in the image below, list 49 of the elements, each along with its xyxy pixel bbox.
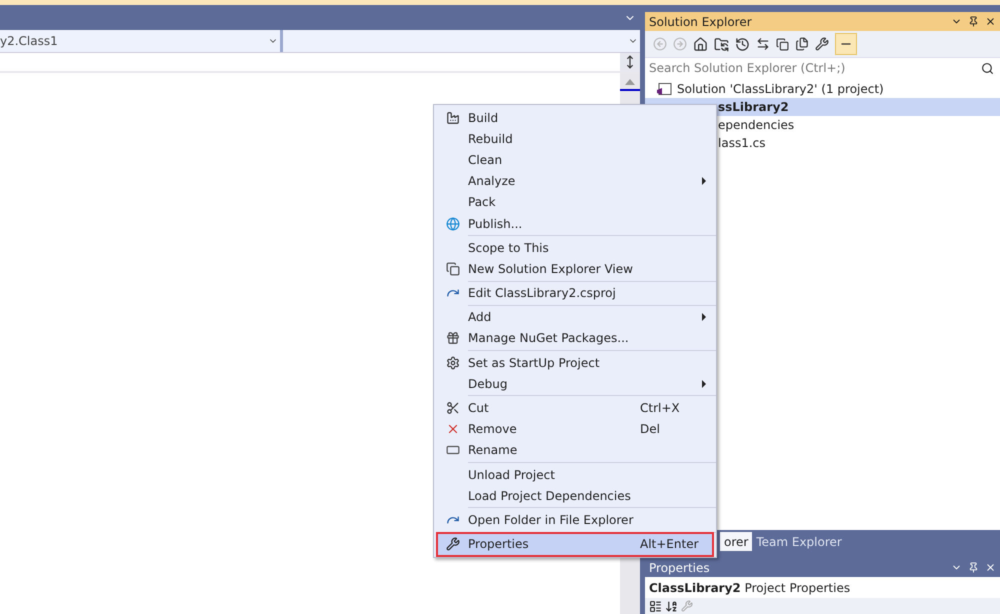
pin-icon[interactable] bbox=[968, 16, 979, 27]
menu-item[interactable]: Open Folder in File Explorer bbox=[438, 509, 712, 531]
gift-icon bbox=[446, 331, 460, 346]
menu-item[interactable]: Debug bbox=[438, 373, 712, 394]
windows-icon bbox=[446, 262, 460, 276]
menu-item[interactable]: Publish... bbox=[438, 212, 712, 234]
menu-item[interactable]: Add bbox=[438, 306, 712, 328]
search-field[interactable]: Search Solution Explorer (Ctrl+;) bbox=[645, 57, 1000, 78]
class-dropdown[interactable]: y2.Class1 bbox=[0, 30, 280, 52]
panel-title: Properties bbox=[649, 560, 710, 574]
menu-item[interactable]: Set as StartUp Project bbox=[438, 352, 712, 374]
menu-item[interactable]: Cut Ctrl+X bbox=[438, 397, 712, 419]
wrench-icon[interactable] bbox=[815, 37, 829, 51]
menu-item[interactable]: Edit ClassLibrary2.csproj bbox=[438, 282, 712, 304]
menu-item[interactable]: Analyze bbox=[438, 170, 712, 192]
menu-item[interactable]: Clean bbox=[438, 149, 712, 171]
folder-sync-icon[interactable] bbox=[714, 36, 729, 52]
tree-item[interactable]: Solution 'ClassLibrary2' (1 project) bbox=[645, 80, 1000, 98]
menu-item[interactable]: Scope to This bbox=[438, 237, 712, 258]
menu-item[interactable]: New Solution Explorer View bbox=[438, 258, 712, 280]
close-icon[interactable] bbox=[985, 562, 996, 573]
panel-title: Solution Explorer bbox=[649, 14, 752, 28]
pin-icon[interactable] bbox=[968, 562, 979, 573]
menu-item[interactable]: Properties Alt+Enter bbox=[438, 534, 712, 555]
splitter-button[interactable] bbox=[620, 53, 640, 71]
close-icon[interactable] bbox=[985, 16, 996, 27]
menu-item[interactable]: Remove Del bbox=[438, 418, 712, 440]
scissors-icon bbox=[446, 401, 460, 416]
history-icon[interactable] bbox=[735, 36, 750, 52]
factory-icon bbox=[446, 110, 460, 125]
gear-icon bbox=[446, 356, 460, 370]
home-icon[interactable] bbox=[693, 36, 708, 52]
object-selector[interactable]: ClassLibrary2 Project Properties bbox=[645, 577, 1000, 598]
collapse-icon[interactable] bbox=[776, 38, 789, 50]
menu-item[interactable]: Pack bbox=[438, 192, 712, 213]
categorized-icon[interactable] bbox=[649, 600, 662, 612]
sort-icon[interactable] bbox=[665, 600, 678, 612]
menu-item[interactable]: Unload Project bbox=[438, 464, 712, 486]
menu-item[interactable]: Manage NuGet Packages... bbox=[438, 328, 712, 350]
wrench-icon bbox=[446, 537, 460, 552]
menu-item[interactable]: Load Project Dependencies bbox=[438, 485, 712, 506]
menu-item[interactable]: Rename bbox=[438, 440, 712, 461]
menu-item[interactable]: Rebuild bbox=[438, 128, 712, 150]
globe-icon bbox=[446, 216, 460, 231]
search-icon bbox=[981, 62, 994, 74]
panel-tab[interactable]: orer bbox=[720, 532, 752, 551]
solution-icon bbox=[657, 82, 672, 96]
sync-icon[interactable] bbox=[756, 37, 770, 51]
files-icon[interactable] bbox=[795, 37, 809, 51]
